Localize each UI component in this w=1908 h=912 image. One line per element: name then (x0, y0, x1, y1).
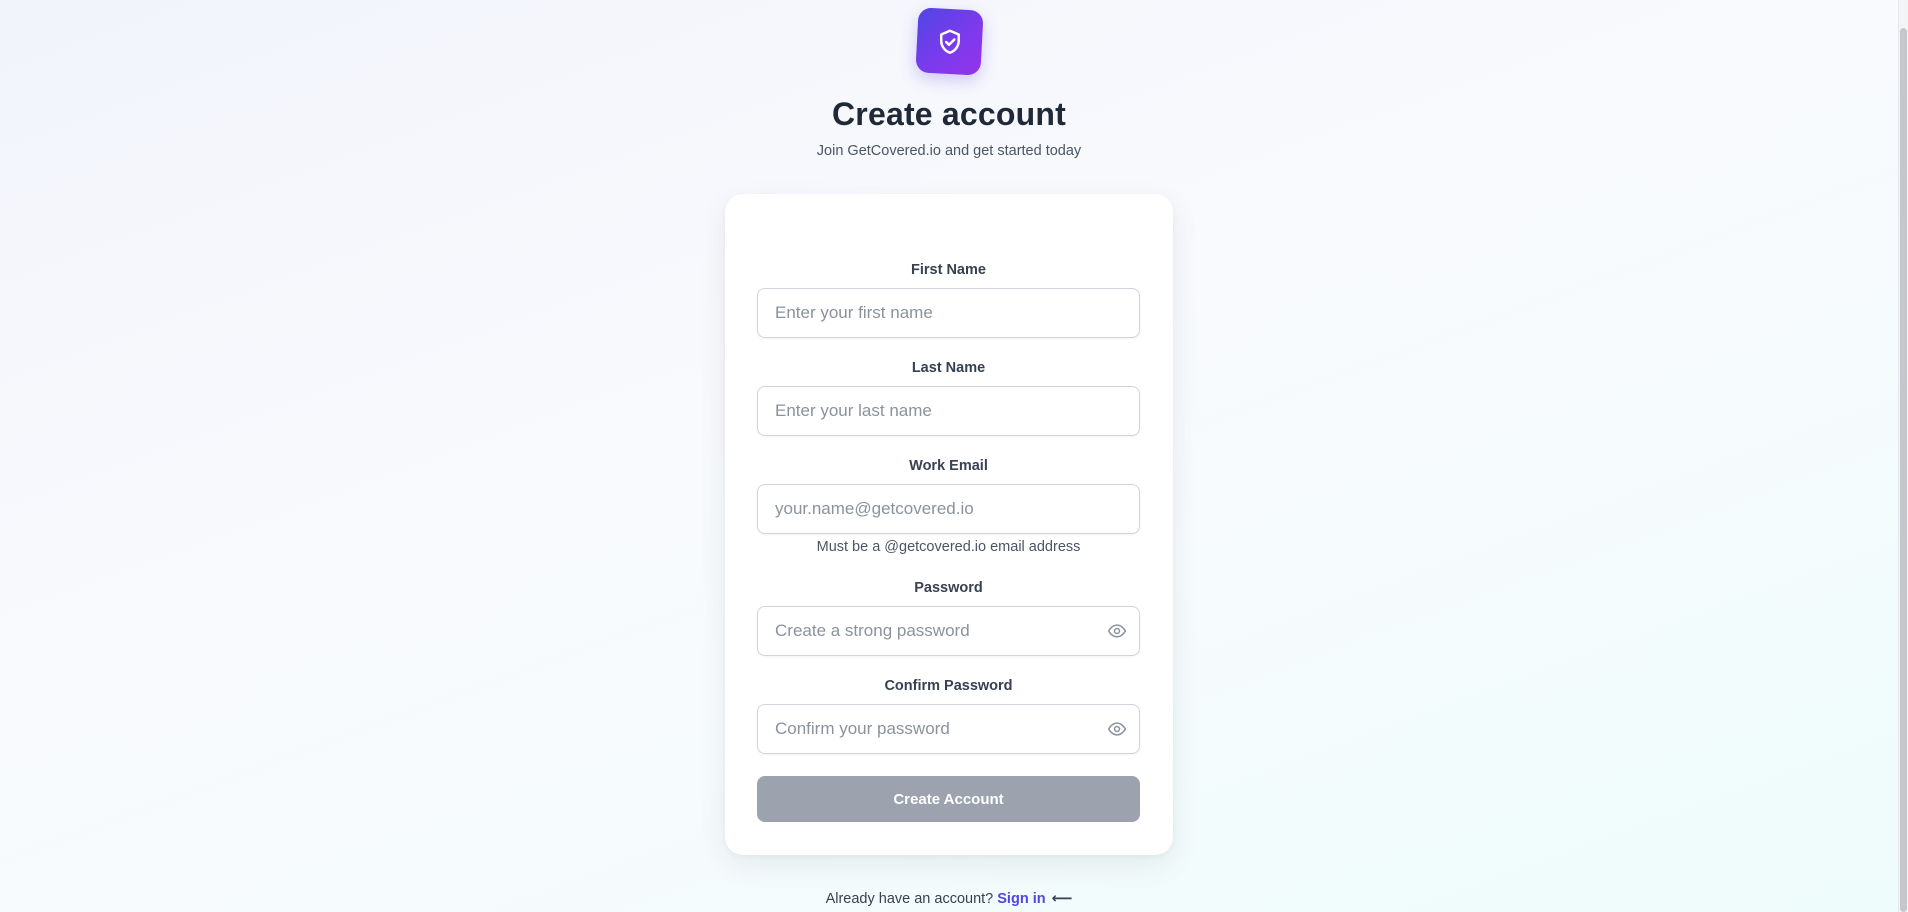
eye-icon[interactable] (1106, 718, 1128, 740)
first-name-field: First Name (757, 260, 1140, 338)
arrow-left-icon[interactable]: ⟵ (1052, 891, 1073, 907)
eye-icon[interactable] (1106, 620, 1128, 642)
signup-card: First Name Last Name Work Email Must be … (725, 194, 1173, 855)
work-email-label: Work Email (909, 458, 988, 474)
page-subtitle: Join GetCovered.io and get started today (816, 143, 1082, 159)
first-name-label: First Name (911, 262, 986, 278)
vertical-scrollbar[interactable] (1898, 0, 1908, 912)
work-email-field: Work Email Must be a @getcovered.io emai… (757, 456, 1140, 555)
scrollbar-thumb[interactable] (1900, 28, 1907, 912)
confirm-password-field: Confirm Password (757, 676, 1140, 754)
confirm-password-label: Confirm Password (884, 678, 1013, 694)
password-label: Password (914, 580, 983, 596)
work-email-helper: Must be a @getcovered.io email address (816, 539, 1081, 555)
last-name-label: Last Name (911, 360, 986, 376)
signin-link[interactable]: Sign in (997, 891, 1045, 907)
last-name-field: Last Name (757, 358, 1140, 436)
first-name-input[interactable] (757, 288, 1140, 338)
signin-prompt: Already have an account? Sign in ⟵ (0, 891, 1898, 907)
brand-logo (915, 7, 984, 76)
shield-check-icon (939, 28, 960, 54)
signin-prompt-text: Already have an account? (825, 891, 994, 907)
signup-page: Create account Join GetCovered.io and ge… (0, 0, 1908, 912)
work-email-input[interactable] (757, 484, 1140, 534)
password-input[interactable] (757, 606, 1140, 656)
last-name-input[interactable] (757, 386, 1140, 436)
page-title: Create account (832, 96, 1066, 132)
create-account-button[interactable]: Create Account (757, 776, 1140, 822)
confirm-password-input[interactable] (757, 704, 1140, 754)
password-field: Password (757, 578, 1140, 656)
